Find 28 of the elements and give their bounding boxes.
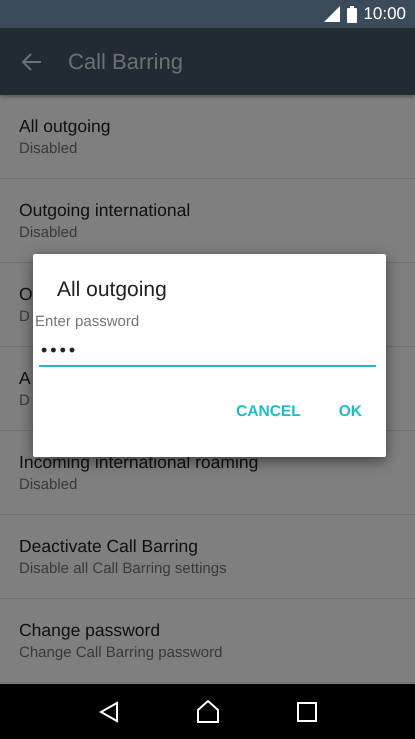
home-icon[interactable] [196,700,220,723]
setting-item[interactable]: Deactivate Call Barring Disable all Call Barring settings [19,536,415,577]
setting-summary: Disable all Call Barring settings [19,560,227,577]
setting-title: Outgoing international [19,200,190,221]
setting-summary: Disabled [19,224,78,241]
setting-item[interactable]: All outgoing Disabled [19,116,415,157]
back-arrow-icon[interactable] [22,52,42,70]
setting-title: All outgoing [19,116,110,137]
setting-item[interactable]: Outgoing international Disabled [19,200,415,241]
setting-item[interactable]: Change password Change Call Barring password [19,620,415,661]
setting-summary: D [19,392,30,409]
setting-title: A [19,368,31,389]
back-nav-icon[interactable] [98,700,118,722]
setting-title: Incoming international roaming [19,452,258,473]
setting-summary: Disabled [19,476,78,493]
recents-icon[interactable] [296,702,316,722]
battery-icon [347,6,358,22]
field-label: Enter password [35,313,140,330]
clock-time: 10:00 [363,4,406,24]
setting-summary: Change Call Barring password [19,644,222,661]
setting-summary: Disabled [19,140,78,157]
setting-title: Change password [19,620,160,641]
setting-title: O [19,284,33,305]
signal-icon [324,6,342,22]
setting-title: Deactivate Call Barring [19,536,198,557]
dialog-title: All outgoing [57,278,168,302]
setting-summary: D [19,308,30,325]
screen-title: Call Barring [68,48,183,74]
